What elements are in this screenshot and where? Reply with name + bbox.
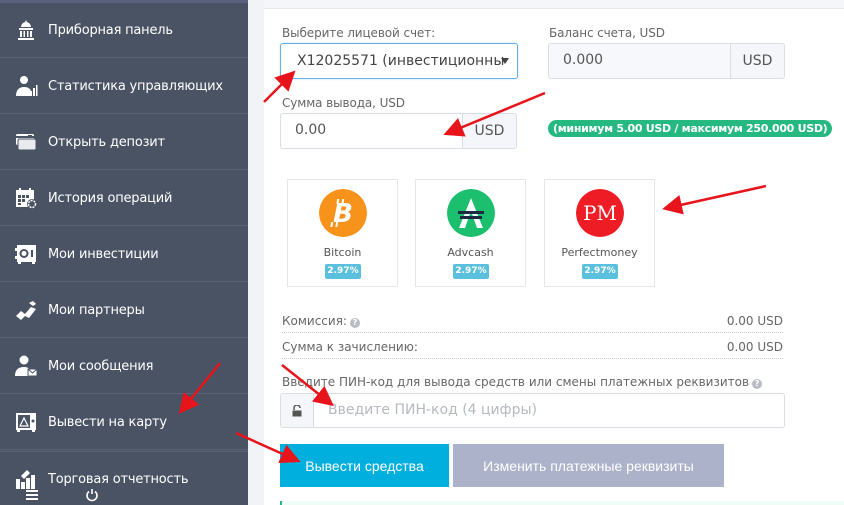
commission-value: 0.00 USD <box>726 314 783 328</box>
sidebar-item-label: Статистика управляющих <box>48 78 223 94</box>
pin-input-group[interactable]: Введите ПИН-код (4 цифры) <box>280 393 785 428</box>
change-details-button[interactable]: Изменить платежные реквизиты <box>453 444 724 487</box>
bitcoin-icon: B <box>319 189 367 237</box>
withdraw-safe-icon <box>13 409 39 435</box>
balance-field: 0.000 USD <box>548 43 785 79</box>
amount-label: Сумма вывода, USD <box>282 96 405 110</box>
credited-label: Сумма к зачислению: <box>282 340 418 354</box>
pin-label-text: Введите ПИН-код для вывода средств или с… <box>282 375 750 389</box>
handshake-icon <box>13 297 39 323</box>
sidebar-item-withdraw-card[interactable]: Вывести на карту <box>0 395 248 450</box>
sidebar-item-open-deposit[interactable]: Открыть депозит <box>0 115 248 170</box>
chevron-down-icon <box>501 58 509 64</box>
user-mail-icon <box>13 353 39 379</box>
limits-badge: (минимум 5.00 USD / максимум 250.000 USD… <box>548 120 833 137</box>
amount-currency-addon: USD <box>462 114 516 148</box>
advcash-icon <box>447 189 495 237</box>
amount-input-group[interactable]: 0.00 USD <box>280 113 517 149</box>
sidebar-item-label: Торговая отчетность <box>48 471 189 487</box>
payment-rate-badge: 2.97% <box>325 264 361 279</box>
sidebar-item-history[interactable]: История операций <box>0 171 248 226</box>
account-select[interactable]: X12025571 (инвестиционны <box>280 43 518 79</box>
payment-name: Advcash <box>447 246 494 259</box>
sidebar-item-partners[interactable]: Мои партнеры <box>0 283 248 338</box>
manager-stats-icon <box>13 73 39 99</box>
perfectmoney-icon: PM <box>576 189 624 237</box>
account-select-label: Выберите лицевой счет: <box>282 26 436 40</box>
sidebar-item-manager-stats[interactable]: Статистика управляющих <box>0 59 248 114</box>
sidebar-item-label: Вывести на карту <box>48 414 167 430</box>
sidebar-item-dashboard[interactable]: Приборная панель <box>0 3 248 58</box>
payment-name: Bitcoin <box>323 246 362 259</box>
balance-currency-addon: USD <box>730 44 784 78</box>
amount-input[interactable]: 0.00 <box>281 114 462 148</box>
safe-icon <box>13 241 39 267</box>
sidebar-item-label: Мои инвестиции <box>48 246 159 262</box>
pin-label: Введите ПИН-код для вывода средств или с… <box>282 375 763 389</box>
help-icon[interactable]: ? <box>752 379 763 389</box>
payment-option-perfectmoney[interactable]: PM Perfectmoney 2.97% <box>544 179 655 287</box>
trading-report-icon <box>13 466 39 492</box>
credited-row: Сумма к зачислению: 0.00 USD <box>282 335 783 359</box>
payment-option-advcash[interactable]: Advcash 2.97% <box>415 179 526 287</box>
payment-name: Perfectmoney <box>561 246 638 259</box>
unlock-icon <box>281 394 314 427</box>
balance-label: Баланс счета, USD <box>549 26 665 40</box>
pin-input[interactable]: Введите ПИН-код (4 цифры) <box>314 394 784 427</box>
help-icon[interactable]: ? <box>349 318 360 328</box>
sidebar-item-label: Мои партнеры <box>48 302 145 318</box>
sidebar-item-investments[interactable]: Мои инвестиции <box>0 227 248 282</box>
payment-rate-badge: 2.97% <box>582 264 618 279</box>
sidebar: Приборная панель Статистика управляющих … <box>0 0 248 505</box>
payment-rate-badge: 2.97% <box>453 264 489 279</box>
credited-value: 0.00 USD <box>726 340 783 354</box>
sidebar-item-messages[interactable]: Мои сообщения <box>0 339 248 394</box>
credit-cards-icon <box>13 129 39 155</box>
content-gutter <box>248 0 264 505</box>
commission-label: Комиссия: <box>282 314 347 328</box>
svg-text:PM: PM <box>583 201 617 225</box>
capitol-building-icon <box>13 17 39 43</box>
menu-icon[interactable] <box>26 490 38 502</box>
payment-option-bitcoin[interactable]: B Bitcoin 2.97% <box>287 179 398 287</box>
sidebar-item-label: Открыть депозит <box>48 134 165 150</box>
sidebar-item-label: Мои сообщения <box>48 358 154 374</box>
power-icon[interactable] <box>85 488 99 502</box>
account-select-value: X12025571 (инвестиционны <box>297 53 505 69</box>
calendar-gear-icon <box>13 185 39 211</box>
info-alert-strip <box>280 501 844 505</box>
withdraw-button[interactable]: Вывести средства <box>280 444 449 487</box>
sidebar-item-label: Приборная панель <box>48 22 173 38</box>
sidebar-item-label: История операций <box>48 190 173 206</box>
balance-value: 0.000 <box>549 44 730 78</box>
commission-row: Комиссия:? 0.00 USD <box>282 309 783 333</box>
